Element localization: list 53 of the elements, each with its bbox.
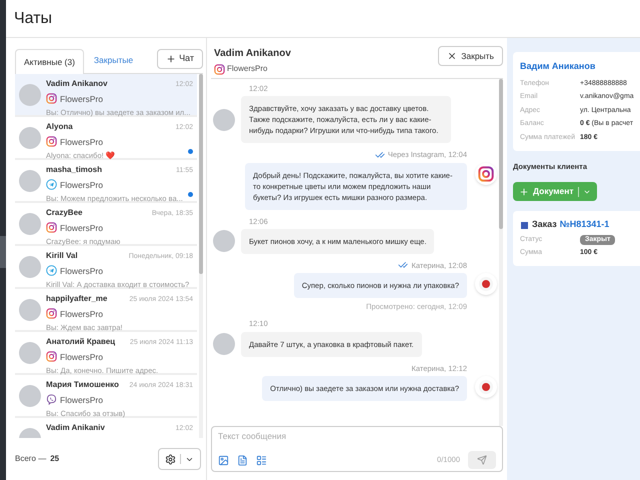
send-icon (477, 455, 487, 465)
contact-name: Alyona (46, 121, 73, 133)
template-icon (256, 454, 267, 466)
message-input[interactable]: Текст сообщения (218, 430, 496, 443)
avatar (19, 342, 41, 364)
avatar (19, 299, 41, 321)
total-label: Всего — (15, 453, 46, 465)
plus-icon (519, 186, 529, 197)
account-name: FlowersPro (60, 222, 103, 234)
contact-name: Vadim Anikaniv (46, 422, 105, 434)
nav-item-highlight (0, 236, 6, 268)
contact-name: Анатолий Кравец (46, 336, 116, 348)
account-name: FlowersPro (227, 63, 268, 75)
contact-avatar (213, 333, 235, 355)
account-name: FlowersPro (60, 394, 103, 406)
contact-avatar (213, 108, 235, 131)
total-count: 25 (50, 453, 60, 465)
avatar (19, 127, 41, 149)
order-title: Заказ (532, 218, 557, 232)
contact-name: CrazyBee (46, 207, 82, 219)
send-button[interactable] (468, 451, 496, 469)
settings-dropdown[interactable] (158, 448, 201, 470)
contact-avatar (213, 230, 235, 252)
account-name: FlowersPro (60, 92, 103, 106)
account-name: FlowersPro (60, 136, 103, 148)
close-icon (447, 51, 458, 61)
contact-name: masha_timosh (46, 164, 102, 176)
contact-name: Мария Тимошенко (46, 379, 119, 391)
account-name: FlowersPro (60, 264, 103, 278)
avatar (19, 213, 41, 235)
contact-name: Vadim Anikanov (46, 78, 108, 90)
settings-icon (165, 454, 176, 464)
chat-tab[interactable]: Активные (3) (15, 49, 84, 74)
order-number-link[interactable]: №H81341-1 (560, 218, 610, 232)
image-icon (218, 454, 229, 466)
new-chat-button[interactable]: Чат (157, 49, 203, 69)
avatar (19, 385, 41, 407)
account-name: FlowersPro (60, 350, 103, 364)
client-name: Вадим Аниканов (520, 60, 596, 73)
order-icon (520, 220, 529, 230)
contact-name: happilyafter_me (46, 293, 108, 305)
conversation-name: Vadim Anikanov (214, 47, 291, 61)
account-name: FlowersPro (60, 308, 103, 320)
avatar (19, 170, 41, 192)
plus-icon (166, 54, 176, 64)
account-name: FlowersPro (60, 178, 103, 192)
contact-name: Kirill Val (46, 250, 78, 262)
page-title: Чаты (14, 8, 52, 28)
avatar (19, 256, 41, 278)
chat-tab[interactable]: Закрытые (84, 48, 144, 73)
close-chat-button[interactable]: Закрыть (438, 46, 503, 66)
avatar (19, 84, 41, 106)
document-icon (237, 454, 248, 466)
